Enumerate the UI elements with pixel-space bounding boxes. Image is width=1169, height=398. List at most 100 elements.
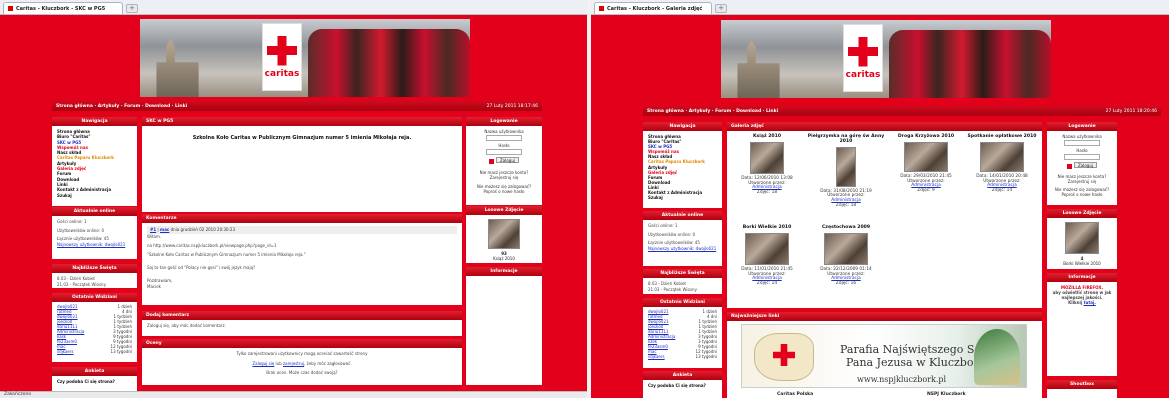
nav-links[interactable]: Strona główna · Artykuły · Forum · Downl… — [56, 104, 187, 109]
password-input[interactable] — [1064, 154, 1100, 160]
album-count: Zdjęć: 9 — [917, 188, 935, 194]
holidays-panel: Najbliższe Święta 8.03 - Dzień Kobiet 21… — [643, 269, 722, 294]
no-account-text: Nie masz jeszcze konta? — [1057, 173, 1107, 179]
comments-panel: Komentarze #1 | mac dnia grudzień 02 201… — [142, 214, 462, 305]
random-photo-caption[interactable]: Borki Wielkie 2010 — [1047, 261, 1117, 266]
panel-header: Ostatnio Widziani — [52, 293, 137, 302]
password-label: Hasło — [498, 143, 510, 148]
random-photo-panel: Losowe Zdjęcie 93 Książ 2010 — [466, 206, 542, 263]
new-tab-button[interactable]: + — [126, 4, 138, 13]
panel-header: Losowe Zdjęcie — [466, 206, 542, 215]
new-tab-button[interactable]: + — [715, 4, 727, 13]
username-input[interactable] — [1064, 140, 1100, 146]
comment-meta: #1 | mac dnia grudzień 02 2010 20:30:23 — [147, 226, 457, 234]
parish-url: www.nspjkluczbork.pl — [857, 375, 947, 384]
login-link[interactable]: Zaloguj się — [252, 361, 274, 366]
parish-banner-link[interactable]: Parafia Najświętszego Serca Pana Jezusa … — [741, 324, 1027, 388]
holiday-item: 21.03 - Początek Wiosny — [57, 281, 106, 287]
shoutbox-panel: Shoutbox — [1047, 380, 1117, 398]
holiday-item: 21.03 - Początek Wiosny — [648, 286, 697, 292]
link-nspj[interactable]: NSPJ Kluczbork — [927, 392, 966, 397]
album-card[interactable]: Droga Krzyżowa 2010 Data: 29/03/2010 21:… — [889, 134, 963, 194]
top-navbar: Strona główna · Artykuły · Forum · Downl… — [643, 106, 1161, 116]
panel-header: Nawigacja — [52, 117, 137, 126]
login-button[interactable]: Zaloguj — [1074, 162, 1097, 168]
album-title[interactable]: Częstochowa 2009 — [807, 225, 885, 231]
top-navbar: Strona główna · Artykuły · Forum · Downl… — [52, 101, 542, 111]
password-input[interactable] — [486, 149, 522, 155]
recently-seen-panel: Ostatnio Widziani dwojlo021 1 dzień ratme… — [52, 293, 137, 362]
panel-header: Aktualnie online — [643, 211, 722, 220]
add-comment-panel: Dodaj komentarz Zaloguj się, aby móc dod… — [142, 311, 462, 336]
comment-author[interactable]: mac — [160, 227, 169, 232]
tab-title: Caritas - Kluczbork - SKC w PG5 — [16, 5, 106, 12]
visited-user[interactable]: sdjkaers — [57, 349, 74, 354]
panel-header: Ankieta — [643, 371, 722, 380]
ratings-panel: Oceny Tylko zarejestrowani użytkownicy m… — [142, 339, 462, 385]
album-thumbnail[interactable] — [836, 146, 856, 187]
visited-user[interactable]: sdjkaers — [648, 354, 665, 359]
album-title[interactable]: Spotkanie opłatkowe 2010 — [965, 134, 1039, 140]
comment-line: "Szkolne Koło Caritas w Publicznym Gimna… — [147, 252, 306, 257]
album-title[interactable]: Droga Krzyżowa 2010 — [889, 134, 963, 140]
nav-links[interactable]: Strona główna · Artykuły · Forum · Downl… — [647, 109, 778, 114]
article-title: Szkolne Koło Caritas w Publicznym Gimnaz… — [192, 135, 412, 141]
panel-header: Ankieta — [52, 367, 137, 376]
album-thumbnail[interactable] — [904, 141, 948, 172]
username-input[interactable] — [486, 135, 522, 141]
random-photo-caption[interactable]: Książ 2010 — [466, 256, 542, 261]
remember-checkbox[interactable] — [1067, 163, 1073, 169]
album-thumbnail[interactable] — [750, 141, 784, 174]
online-line: Gości online: 1 — [57, 219, 87, 224]
links-header: Najważniejsze linki — [727, 312, 1042, 321]
album-card[interactable]: Spotkanie opłatkowe 2010 Data: 14/01/201… — [965, 134, 1039, 194]
panel-header: Informacje — [1047, 273, 1117, 282]
comment-date: dnia grudzień 02 2010 20:30:23 — [170, 227, 235, 232]
album-thumbnail[interactable] — [980, 141, 1024, 172]
new-password-link[interactable]: Poproś o nowe hasło — [470, 189, 538, 194]
status-bar: Zakończono — [0, 391, 587, 398]
album-card[interactable]: Pielgrzymka na górę św Anny 2010 Data: 3… — [807, 134, 885, 209]
link-caritas-polska[interactable]: Caritas Polska — [777, 392, 813, 397]
register-link[interactable]: Zarejestruj się — [470, 175, 538, 180]
menu-item[interactable]: Szukaj — [648, 195, 717, 200]
ratings-header: Oceny — [142, 339, 462, 348]
no-account-text: Nie masz jeszcze konta? — [479, 169, 529, 175]
album-count: Zdjęć: 14 — [991, 188, 1013, 194]
online-panel: Aktualnie online Gości online: 1 Użytkow… — [52, 207, 137, 259]
album-title[interactable]: Książ 2010 — [731, 134, 803, 140]
panel-header: Aktualnie online — [52, 207, 137, 216]
holidays-panel: Najbliższe Święta 8.03 - Dzień Kobiet 21… — [52, 264, 137, 288]
ratings-mid: lub — [275, 360, 282, 366]
browser-tab[interactable]: Caritas - Kluczbork - Galeria zdjęć — [594, 2, 712, 14]
album-title[interactable]: Borki Wielkie 2010 — [731, 225, 803, 231]
album-card[interactable]: Książ 2010 Data: 12/06/2010 13:08 Utworz… — [731, 134, 803, 196]
comment-line: Maciek — [147, 284, 161, 289]
people-photo — [889, 30, 1051, 98]
random-photo[interactable] — [1065, 222, 1099, 254]
gallery-header: Galeria zdjęć — [727, 122, 1042, 131]
ratings-info: Tylko zarejestrowani użytkownicy mogą oc… — [236, 351, 368, 356]
new-password-link[interactable]: Poproś o nowe hasło — [1051, 192, 1113, 197]
album-card[interactable]: Borki Wielkie 2010 Data: 11/01/2010 21:4… — [731, 225, 803, 287]
menu-item[interactable]: Szukaj — [57, 193, 132, 198]
register-link[interactable]: zarejestruj — [283, 361, 304, 366]
visited-time: 13 tygodni — [110, 349, 132, 354]
album-card[interactable]: Częstochowa 2009 Data: 22/12/2009 01:14 … — [807, 225, 885, 287]
cant-login-text: Nie możesz się zalogować? — [1054, 186, 1110, 192]
panel-header: Logowanie — [1047, 122, 1117, 131]
online-line[interactable]: Najnowszy użytkownik: dwojlo021 — [57, 242, 132, 248]
album-title[interactable]: Pielgrzymka na górę św Anny 2010 — [807, 134, 885, 145]
login-button[interactable]: Zaloguj — [496, 157, 519, 163]
remember-checkbox[interactable] — [489, 158, 495, 164]
album-thumbnail[interactable] — [745, 232, 789, 265]
comment-number[interactable]: #1 — [150, 227, 156, 232]
online-line: Użytkowników online: 0 — [57, 227, 105, 233]
browser-tab[interactable]: Caritas - Kluczbork - SKC w PG5 — [3, 2, 123, 14]
album-thumbnail[interactable] — [824, 232, 868, 265]
random-photo[interactable] — [488, 219, 520, 249]
online-line: Użytkowników online: 0 — [648, 231, 696, 237]
register-link[interactable]: Zarejestruj się — [1051, 179, 1113, 184]
online-line[interactable]: Najnowszy użytkownik: dwojlo021 — [648, 246, 717, 252]
info-link[interactable]: tutaj. — [1084, 300, 1096, 305]
